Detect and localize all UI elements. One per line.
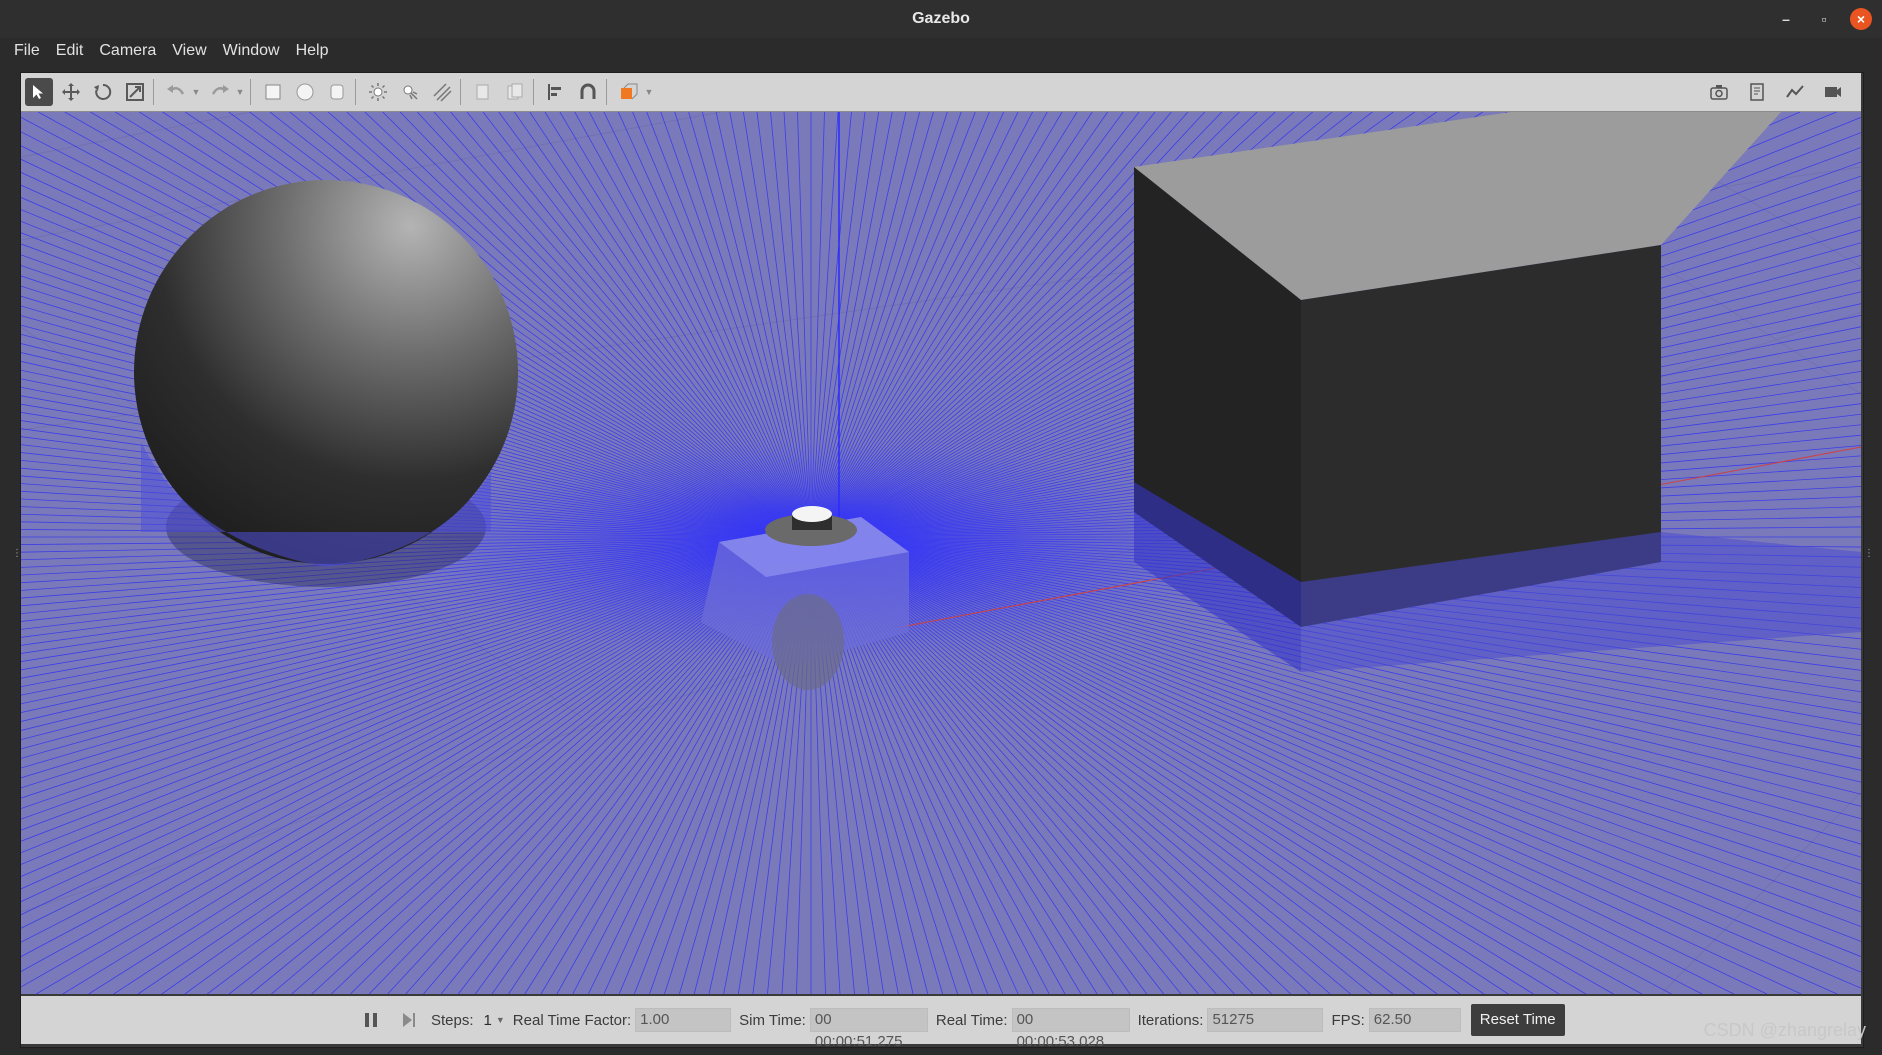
menu-bar: File Edit Camera View Window Help [0, 38, 1882, 64]
step-icon[interactable] [395, 1006, 423, 1034]
window-controls: – ▫ × [1774, 7, 1872, 31]
watermark: CSDN @zhangrelay [1703, 1020, 1866, 1040]
menu-help[interactable]: Help [290, 42, 339, 60]
undo-icon[interactable] [162, 78, 190, 106]
scale-icon[interactable] [121, 78, 149, 106]
align-icon[interactable] [542, 78, 570, 106]
paste-icon[interactable] [501, 78, 529, 106]
sphere-icon[interactable] [291, 78, 319, 106]
iterations-field[interactable]: 51275 [1207, 1008, 1324, 1032]
record-icon[interactable] [1819, 78, 1847, 106]
translate-icon[interactable] [57, 78, 85, 106]
scene-viewport[interactable] [21, 112, 1861, 994]
title-bar: Gazebo – ▫ × [0, 0, 1882, 39]
view-angle-dropdown-icon[interactable]: ▼ [643, 87, 655, 97]
view-angle-icon[interactable] [615, 78, 643, 106]
menu-edit[interactable]: Edit [50, 42, 94, 60]
toolbar-separator [606, 79, 607, 105]
log-icon[interactable] [1743, 78, 1771, 106]
reset-time-button[interactable]: Reset Time [1470, 1004, 1565, 1036]
toolbar: ▼ ▼ ▼ [21, 73, 1861, 112]
toolbar-separator [153, 79, 154, 105]
toolbar-separator [250, 79, 251, 105]
cylinder-icon[interactable] [323, 78, 351, 106]
close-icon[interactable]: × [1850, 8, 1872, 30]
rtf-label: Real Time Factor: [512, 1011, 632, 1029]
spot-light-icon[interactable] [396, 78, 424, 106]
fps-field[interactable]: 62.50 [1368, 1008, 1461, 1032]
minimize-icon[interactable]: – [1774, 7, 1798, 31]
sim-time-field[interactable]: 00 00:00:51.275 [809, 1008, 928, 1050]
real-time-label: Real Time: [935, 1011, 1008, 1029]
sphere-model [134, 180, 518, 587]
window-title: Gazebo [912, 10, 970, 27]
snap-icon[interactable] [574, 78, 602, 106]
robot-wheel [772, 594, 844, 690]
real-time-field[interactable]: 00 00:00:53.028 [1011, 1008, 1130, 1050]
redo-dropdown-icon[interactable]: ▼ [234, 87, 246, 97]
fps-label: FPS: [1331, 1011, 1365, 1029]
screenshot-icon[interactable] [1705, 78, 1733, 106]
redo-icon[interactable] [206, 78, 234, 106]
menu-file[interactable]: File [8, 42, 50, 60]
steps-value[interactable]: 1 [484, 1012, 492, 1029]
rtf-field[interactable]: 1.00 [635, 1008, 732, 1032]
lidar-top [792, 506, 832, 522]
menu-window[interactable]: Window [217, 42, 290, 60]
restore-icon[interactable]: ▫ [1812, 7, 1836, 31]
steps-dropdown-icon[interactable]: ▼ [496, 1015, 505, 1025]
right-panel-handle[interactable]: ⋮ [1864, 548, 1874, 559]
sphere [134, 180, 518, 564]
scene-render[interactable] [21, 112, 1861, 994]
menu-view[interactable]: View [166, 42, 216, 60]
toolbar-separator [533, 79, 534, 105]
box-icon[interactable] [259, 78, 287, 106]
toolbar-right-group [1701, 78, 1847, 106]
left-panel-handle[interactable]: ⋮ [12, 548, 22, 559]
directional-light-icon[interactable] [428, 78, 456, 106]
iterations-label: Iterations: [1137, 1011, 1204, 1029]
plot-icon[interactable] [1781, 78, 1809, 106]
copy-icon[interactable] [469, 78, 497, 106]
undo-dropdown-icon[interactable]: ▼ [190, 87, 202, 97]
menu-camera[interactable]: Camera [93, 42, 166, 60]
toolbar-separator [460, 79, 461, 105]
toolbar-separator [355, 79, 356, 105]
rotate-icon[interactable] [89, 78, 117, 106]
select-icon[interactable] [25, 78, 53, 106]
sim-time-label: Sim Time: [739, 1011, 806, 1029]
point-light-icon[interactable] [364, 78, 392, 106]
steps-label: Steps: [431, 1011, 474, 1029]
pause-icon[interactable] [357, 1006, 385, 1034]
status-bar: Steps: 1 ▼ Real Time Factor: 1.00 Sim Ti… [21, 996, 1861, 1050]
